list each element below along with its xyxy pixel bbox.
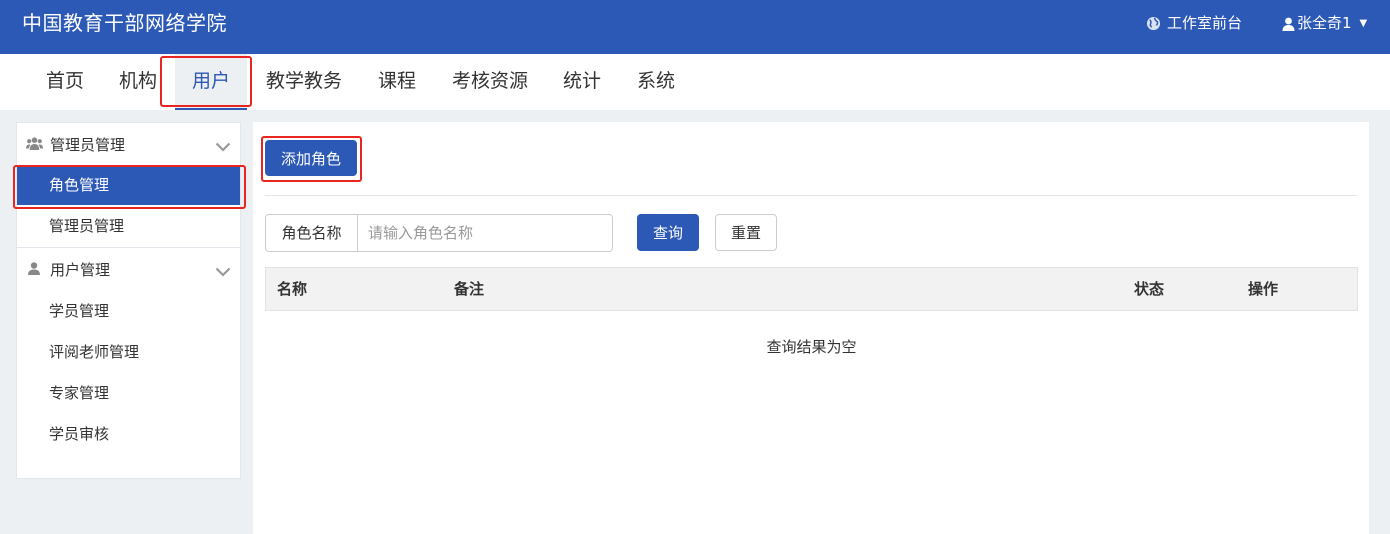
query-button[interactable]: 查询 — [637, 214, 699, 251]
role-name-input[interactable] — [358, 215, 612, 251]
role-name-label: 角色名称 — [266, 215, 358, 251]
caret-down-icon: ▼ — [1359, 18, 1368, 29]
divider — [265, 195, 1357, 196]
sidebar-group-user[interactable]: 用户管理 — [17, 248, 240, 290]
sidebar-group-admin-label: 管理员管理 — [50, 136, 126, 154]
sidebar-group-admin[interactable]: 管理员管理 — [17, 123, 240, 165]
nav-item-system[interactable]: 系统 — [637, 54, 675, 110]
nav-item-home[interactable]: 首页 — [46, 54, 84, 110]
user-icon — [1282, 17, 1295, 31]
nav-item-assessment[interactable]: 考核资源 — [452, 54, 528, 110]
nav-item-user[interactable]: 用户 — [175, 54, 247, 110]
nav-item-statistics[interactable]: 统计 — [563, 54, 601, 110]
reset-button[interactable]: 重置 — [715, 214, 777, 251]
table-header: 名称 备注 状态 操作 — [265, 267, 1358, 311]
studio-frontend-link[interactable]: 工作室前台 — [1146, 0, 1242, 47]
user-name: 张全奇1 — [1297, 14, 1352, 32]
sidebar-item-admin-management[interactable]: 管理员管理 — [17, 206, 240, 246]
nav-item-organization[interactable]: 机构 — [119, 54, 157, 110]
add-role-button[interactable]: 添加角色 — [265, 140, 357, 176]
user-icon — [28, 261, 40, 279]
nav-item-teaching[interactable]: 教学教务 — [266, 54, 342, 110]
globe-icon — [1146, 16, 1161, 31]
column-header-remark: 备注 — [454, 280, 485, 298]
column-header-actions: 操作 — [1248, 280, 1279, 298]
top-header: 中国教育干部网络学院 工作室前台 张全奇1 ▼ — [0, 0, 1390, 54]
sidebar-group-user-label: 用户管理 — [50, 261, 111, 279]
main-nav: 首页 机构 用户 教学教务 课程 考核资源 统计 系统 — [0, 54, 1390, 110]
column-header-name: 名称 — [277, 280, 308, 298]
users-icon — [26, 136, 43, 154]
chevron-down-icon — [215, 263, 231, 281]
column-header-status: 状态 — [1134, 280, 1165, 298]
role-name-search: 角色名称 — [265, 214, 613, 252]
sidebar-item-student-management[interactable]: 学员管理 — [17, 291, 240, 331]
user-menu[interactable]: 张全奇1 ▼ — [1282, 0, 1367, 47]
table-empty-message: 查询结果为空 — [766, 338, 857, 356]
sidebar-item-expert-management[interactable]: 专家管理 — [17, 373, 240, 413]
main-panel: 添加角色 角色名称 查询 重置 名称 备注 状态 操作 查询结果为空 — [253, 122, 1369, 534]
studio-frontend-label: 工作室前台 — [1167, 14, 1243, 32]
sidebar-item-role-management[interactable]: 角色管理 — [17, 165, 240, 205]
chevron-down-icon — [215, 138, 231, 156]
site-title: 中国教育干部网络学院 — [22, 11, 227, 35]
nav-item-course[interactable]: 课程 — [378, 54, 416, 110]
sidebar-item-student-review[interactable]: 学员审核 — [17, 414, 240, 454]
sidebar: 管理员管理 角色管理 管理员管理 用户管理 学员管理 评阅老师管理 专家管理 学… — [16, 122, 241, 479]
sidebar-item-reviewer-management[interactable]: 评阅老师管理 — [17, 332, 240, 372]
